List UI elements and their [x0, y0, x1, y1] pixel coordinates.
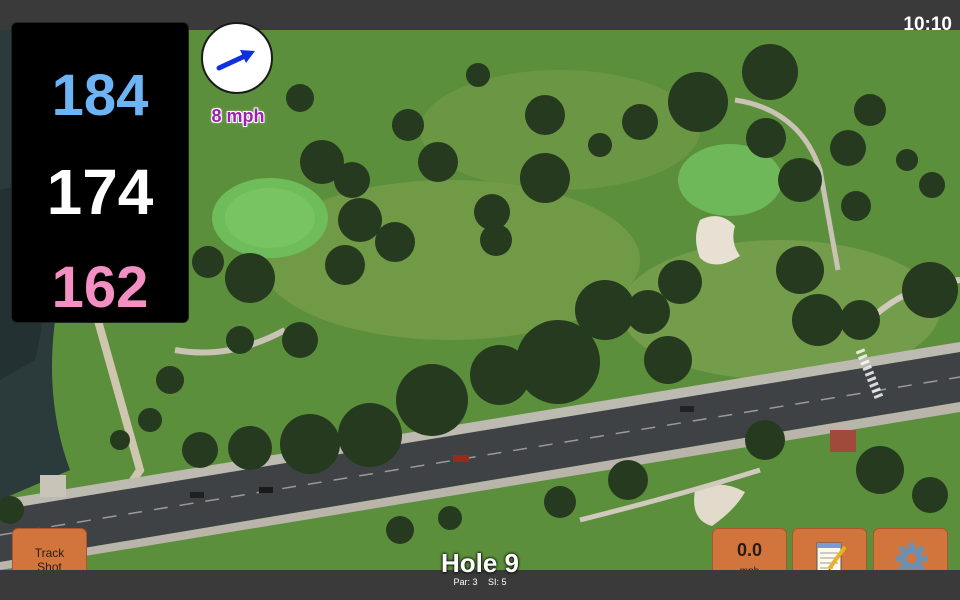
hole-stroke-index: SI: 5: [488, 577, 507, 587]
distance-panel: 184 174 162: [12, 23, 188, 322]
hole-meta: Par: 3 SI: 5: [400, 577, 560, 588]
track-shot-label-line1: Track: [34, 546, 65, 560]
distance-back: 184: [51, 63, 149, 128]
wind-speed-label: 8 mph: [211, 106, 265, 126]
speed-value: 0.0: [736, 540, 763, 560]
arrow-icon: [216, 50, 255, 71]
wind-direction-indicator: [201, 22, 273, 94]
hole-par: Par: 3: [453, 577, 478, 587]
hole-title: Hole 9: [440, 548, 520, 578]
distance-middle: 174: [46, 156, 154, 228]
distance-front: 162: [51, 255, 149, 320]
